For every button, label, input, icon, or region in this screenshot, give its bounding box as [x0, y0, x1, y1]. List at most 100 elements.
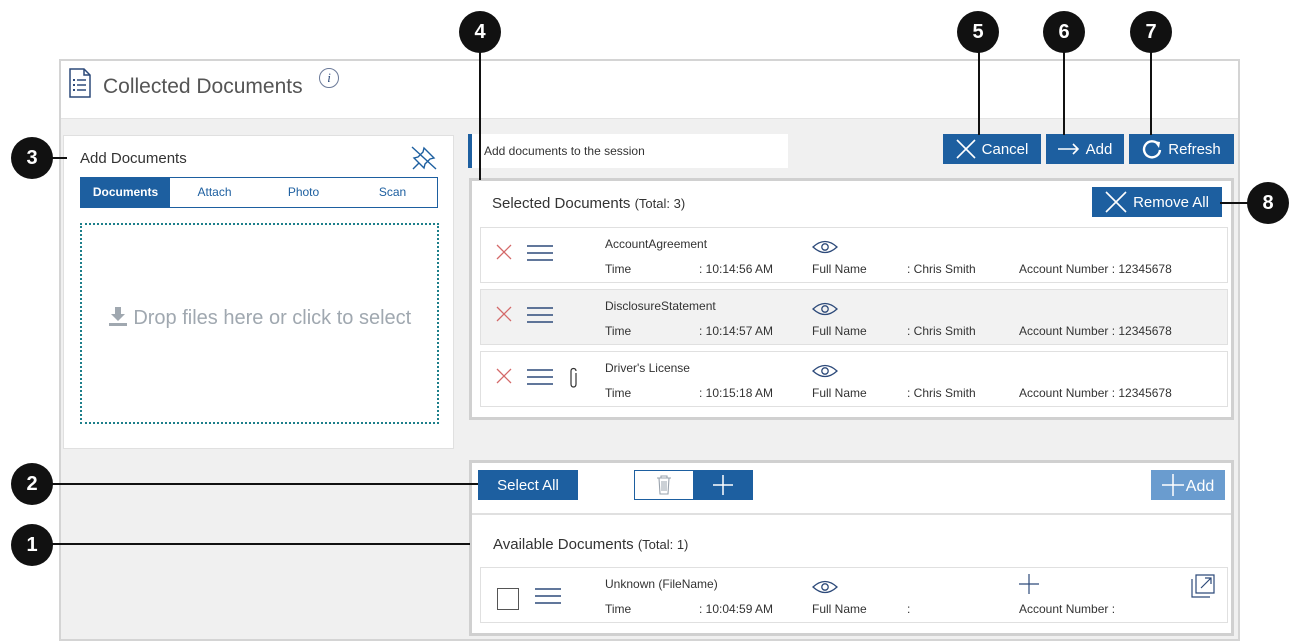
available-title-text: Available Documents [493, 536, 634, 553]
available-total: (Total: 1) [637, 537, 689, 552]
pin-icon[interactable] [410, 145, 438, 176]
selected-document-row: DisclosureStatement Time : 10:14:57 AM F… [480, 289, 1228, 345]
plus-icon [713, 475, 733, 495]
available-add-label: Add [1185, 478, 1215, 495]
view-eye-icon[interactable] [812, 363, 838, 384]
callout-line [52, 543, 470, 545]
row-checkbox[interactable] [497, 588, 519, 610]
full-name-value: : Chris Smith [907, 262, 976, 276]
dropzone-label: Drop files here or click to select [82, 306, 437, 332]
time-value: : 10:15:18 AM [699, 386, 774, 400]
remove-all-button[interactable]: Remove All [1092, 187, 1222, 217]
remove-icon[interactable] [495, 243, 513, 266]
page-title: Collected Documents [103, 75, 303, 98]
callout-line [1220, 202, 1248, 204]
document-name: Driver's License [605, 361, 690, 375]
view-eye-icon[interactable] [812, 579, 838, 600]
time-value: : 10:14:57 AM [699, 324, 774, 338]
document-list-icon [68, 68, 92, 103]
info-icon[interactable]: i [319, 68, 339, 88]
cancel-label: Cancel [981, 140, 1029, 158]
account-number: Account Number : [1019, 602, 1116, 616]
available-document-row: Unknown (FileName) Time : 10:04:59 AM Fu… [480, 567, 1228, 623]
callout-line [978, 50, 980, 135]
tab-attach[interactable]: Attach [170, 178, 259, 207]
plus-icon[interactable] [1019, 574, 1039, 599]
selected-document-row: Driver's License Time : 10:15:18 AM Full… [480, 351, 1228, 407]
account-number: Account Number : 12345678 [1019, 262, 1172, 276]
remove-all-label: Remove All [1133, 193, 1209, 211]
refresh-button[interactable]: Refresh [1129, 134, 1234, 164]
add-documents-tabs: Documents Attach Photo Scan [80, 177, 438, 208]
add-label: Add [1085, 140, 1113, 158]
file-dropzone[interactable]: Drop files here or click to select [80, 223, 439, 424]
callout-badge-7: 7 [1130, 11, 1172, 53]
time-value: : 10:14:56 AM [699, 262, 774, 276]
cancel-button[interactable]: Cancel [943, 134, 1041, 164]
available-documents-title: Available Documents (Total: 1) [493, 536, 688, 553]
select-all-button[interactable]: Select All [478, 470, 578, 500]
available-add-button[interactable]: Add [1151, 470, 1225, 500]
selected-document-row: AccountAgreement Time : 10:14:56 AM Full… [480, 227, 1228, 283]
available-documents-panel: Select All Add Available Documents (Tota… [469, 460, 1234, 636]
close-icon [956, 139, 976, 159]
add-documents-panel: Add Documents Documents Attach Photo Sca… [63, 135, 454, 449]
tab-photo[interactable]: Photo [259, 178, 348, 207]
view-eye-icon[interactable] [812, 301, 838, 322]
account-number: Account Number : 12345678 [1019, 386, 1172, 400]
document-name: DisclosureStatement [605, 299, 716, 313]
refresh-icon [1143, 140, 1162, 159]
dropzone-text: Drop files here or click to select [133, 307, 412, 329]
full-name-label: Full Name [812, 602, 867, 616]
full-name-label: Full Name [812, 386, 867, 400]
drag-handle-icon[interactable] [535, 588, 561, 609]
tab-scan[interactable]: Scan [348, 178, 437, 207]
time-label: Time [605, 386, 632, 400]
tab-documents[interactable]: Documents [81, 178, 170, 207]
select-all-label: Select All [497, 476, 559, 494]
paperclip-icon [569, 367, 579, 394]
callout-badge-6: 6 [1043, 11, 1085, 53]
header-bar: Collected Documents i [61, 61, 1238, 119]
full-name-value: : [907, 602, 911, 616]
full-name-label: Full Name [812, 324, 867, 338]
available-toolbar: Select All Add [472, 463, 1231, 515]
callout-badge-3: 3 [11, 137, 53, 179]
add-plus-button[interactable] [693, 470, 753, 500]
remove-icon[interactable] [495, 305, 513, 328]
time-label: Time [605, 324, 632, 338]
selected-documents-panel: Selected Documents (Total: 3) Remove All… [469, 178, 1234, 420]
open-external-icon[interactable] [1190, 573, 1216, 604]
document-name: Unknown (FileName) [605, 577, 718, 591]
callout-badge-1: 1 [11, 524, 53, 566]
callout-badge-8: 8 [1247, 182, 1289, 224]
drag-handle-icon[interactable] [527, 307, 553, 328]
callout-line [1063, 50, 1065, 135]
callout-line [1150, 50, 1152, 135]
time-label: Time [605, 602, 632, 616]
close-icon [1105, 191, 1127, 213]
refresh-label: Refresh [1168, 140, 1221, 158]
delete-button[interactable] [634, 470, 694, 500]
download-icon [108, 306, 128, 332]
remove-icon[interactable] [495, 367, 513, 390]
full-name-value: : Chris Smith [907, 324, 976, 338]
view-eye-icon[interactable] [812, 239, 838, 260]
full-name-value: : Chris Smith [907, 386, 976, 400]
callout-badge-4: 4 [459, 11, 501, 53]
plus-icon [1161, 474, 1184, 496]
arrow-right-icon [1057, 143, 1079, 155]
trash-icon [657, 475, 671, 495]
selected-documents-title: Selected Documents (Total: 3) [492, 195, 685, 212]
add-button[interactable]: Add [1046, 134, 1124, 164]
message-bar: Add documents to the session [468, 134, 788, 168]
time-value: : 10:04:59 AM [699, 602, 774, 616]
time-label: Time [605, 262, 632, 276]
account-number: Account Number : 12345678 [1019, 324, 1172, 338]
drag-handle-icon[interactable] [527, 369, 553, 390]
callout-line [52, 157, 67, 159]
drag-handle-icon[interactable] [527, 245, 553, 266]
full-name-label: Full Name [812, 262, 867, 276]
message-text: Add documents to the session [484, 144, 645, 158]
callout-line [479, 50, 481, 180]
